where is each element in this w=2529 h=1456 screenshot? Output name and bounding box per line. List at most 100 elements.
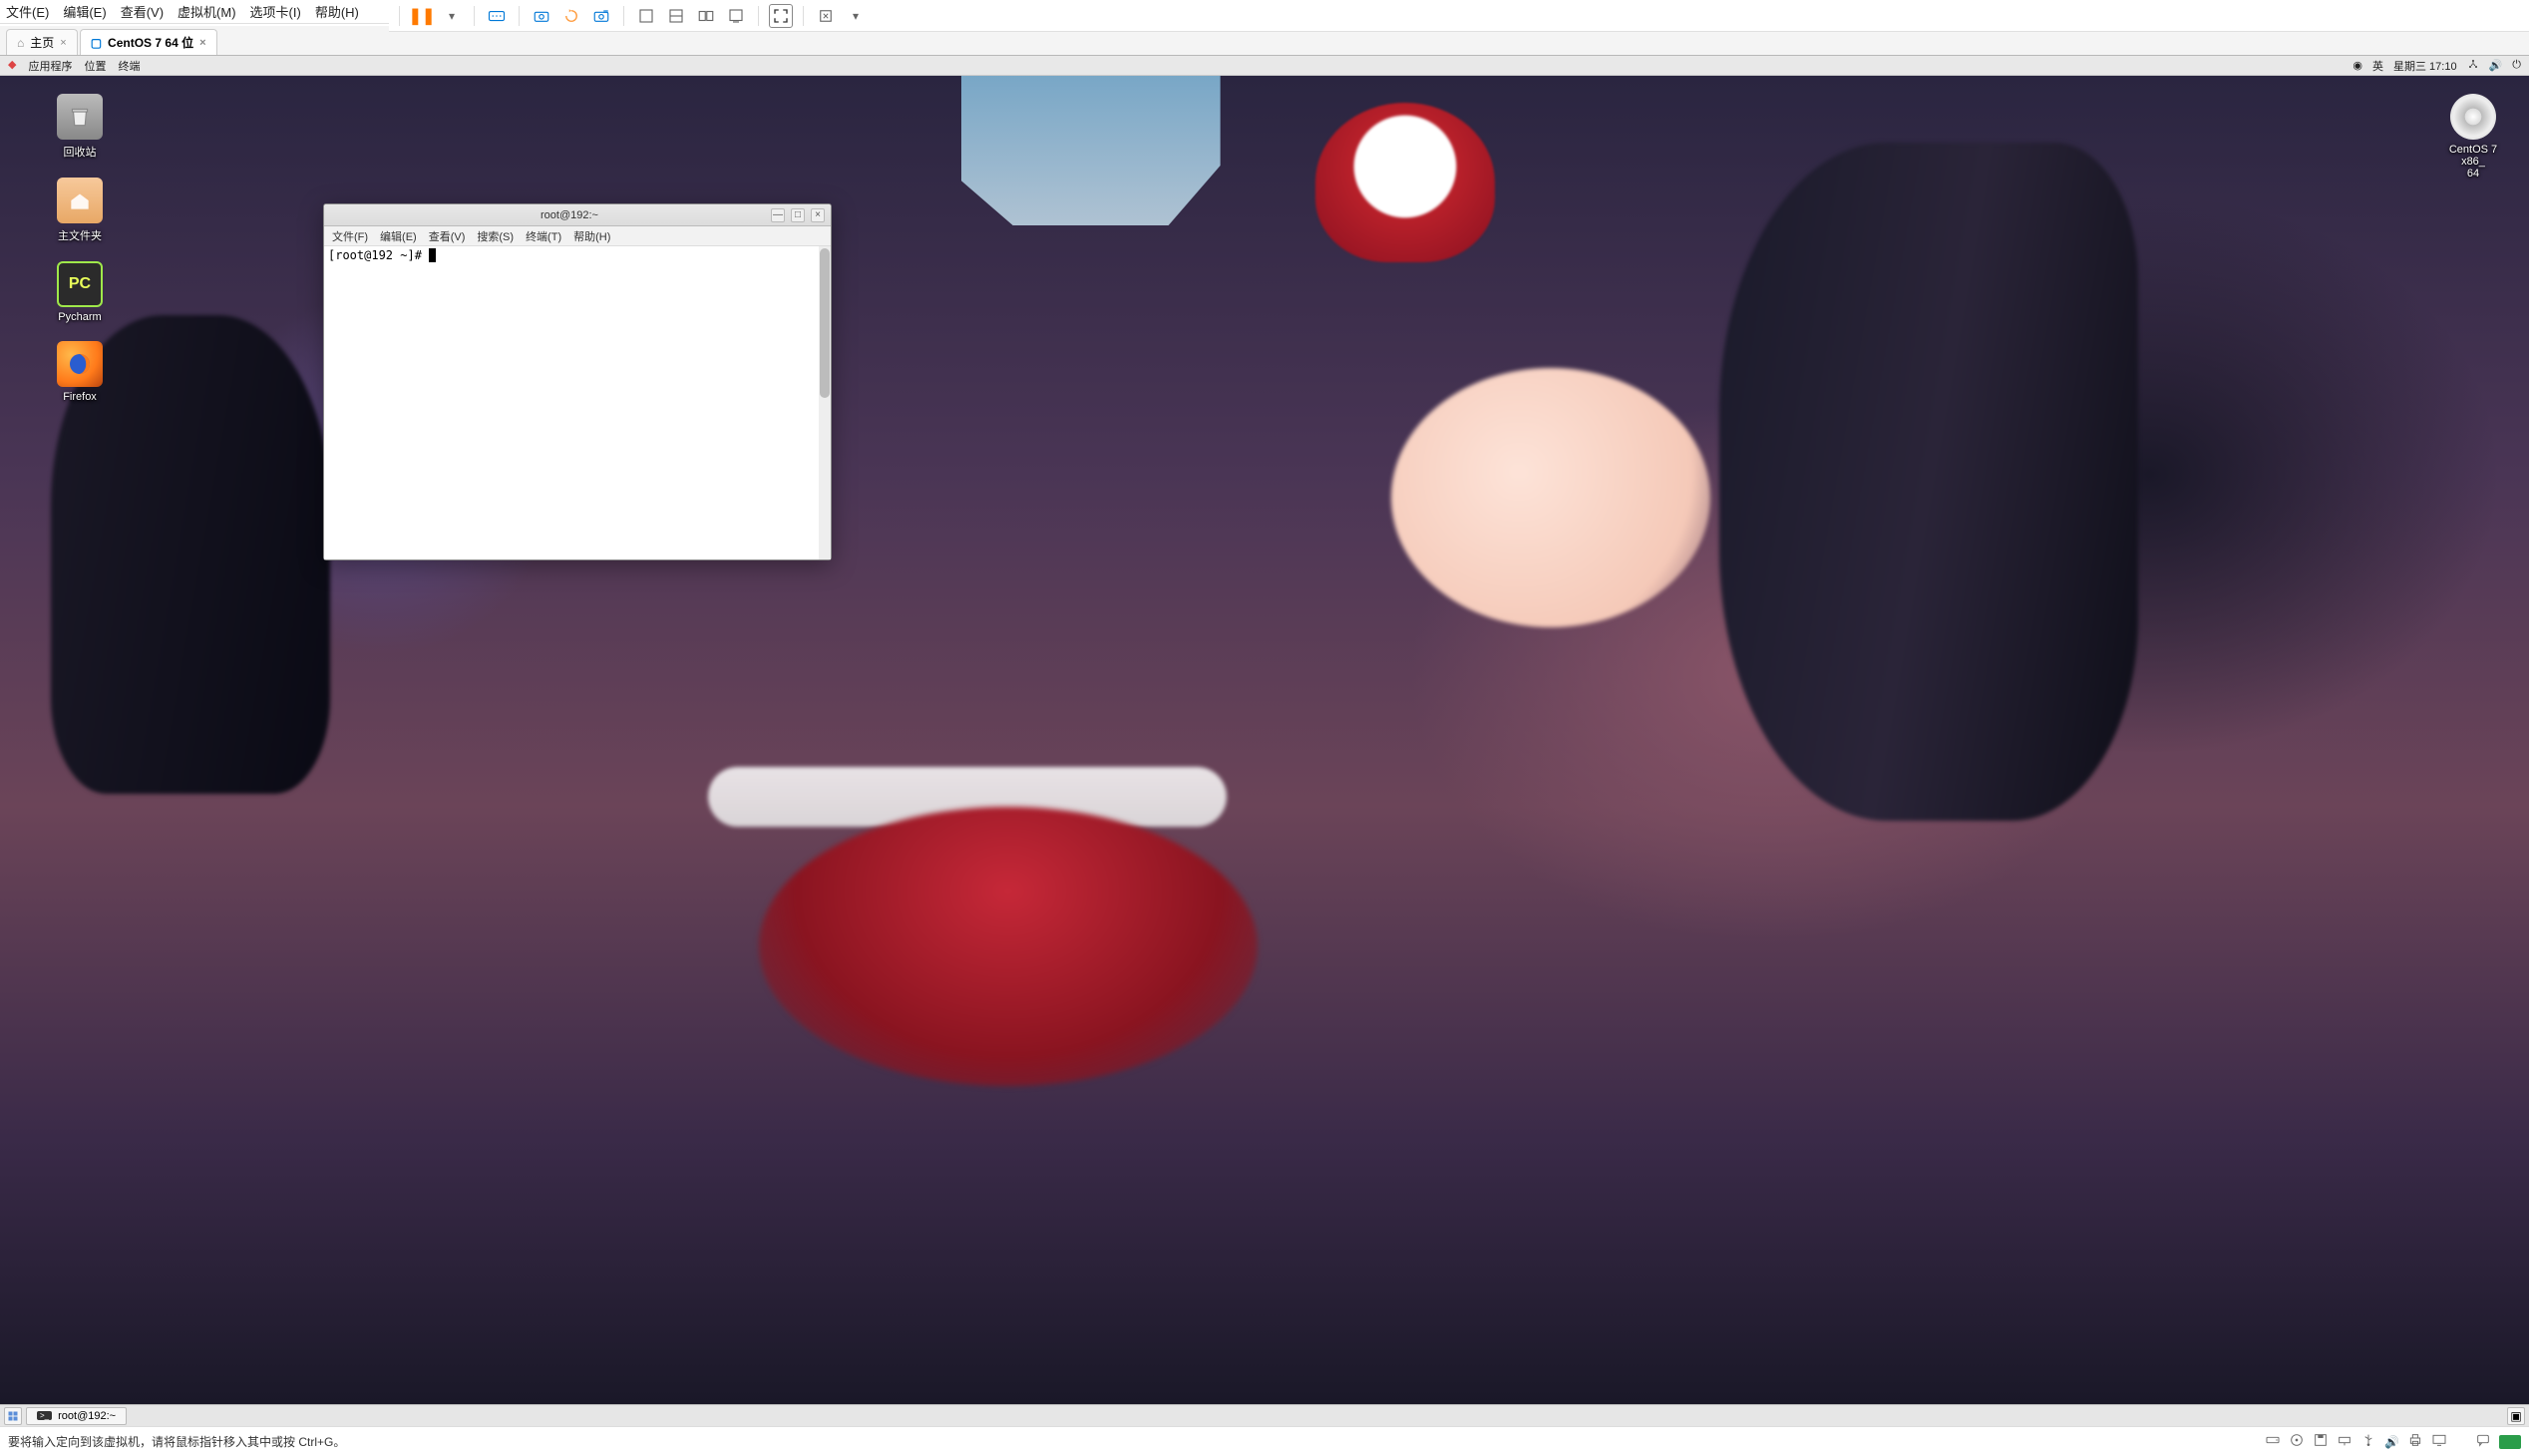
term-menu-help[interactable]: 帮助(H) [573, 228, 610, 244]
device-printer-icon[interactable] [2407, 1432, 2423, 1451]
folder-home-icon [57, 178, 103, 223]
view-console-button[interactable] [724, 4, 748, 28]
snapshot-manager-button[interactable] [589, 4, 613, 28]
desktop-icons-left: 回收站 主文件夹 PC Pycharm Firefox [44, 94, 116, 403]
device-hdd-icon[interactable] [2265, 1432, 2281, 1451]
terminal-titlebar[interactable]: root@192:~ — □ × [324, 204, 831, 226]
device-network-icon[interactable] [2337, 1432, 2352, 1451]
stretch-guest-button[interactable] [814, 4, 838, 28]
tab-home[interactable]: ⌂ 主页 × [6, 29, 78, 55]
vm-menu-view[interactable]: 查看(V) [121, 2, 164, 21]
status-hint-text: 要将输入定向到该虚拟机，请将鼠标指针移入其中或按 Ctrl+G。 [8, 1433, 345, 1450]
vm-device-tray: 🔊 [2265, 1432, 2521, 1451]
vm-menu-tabs[interactable]: 选项卡(I) [250, 2, 301, 21]
desktop-icon-trash[interactable]: 回收站 [44, 94, 116, 160]
term-menu-edit[interactable]: 编辑(E) [380, 228, 417, 244]
disc-icon [2450, 94, 2496, 140]
term-menu-search[interactable]: 搜索(S) [477, 228, 514, 244]
trash-icon [57, 94, 103, 140]
workspace-switcher[interactable]: ▣ [2507, 1407, 2525, 1425]
tab-home-label: 主页 [30, 34, 54, 51]
view-split-button[interactable] [664, 4, 688, 28]
show-desktop-button[interactable] [4, 1407, 22, 1425]
desktop-icon-disc-label: CentOS 7 x86_ 64 [2437, 144, 2509, 180]
enter-fullscreen-button[interactable] [769, 4, 793, 28]
tab-home-close[interactable]: × [60, 37, 66, 49]
message-log-icon[interactable] [2475, 1432, 2491, 1451]
input-method-indicator[interactable]: 英 [2372, 58, 2383, 74]
unity-icon [697, 7, 715, 25]
view-single-button[interactable] [634, 4, 658, 28]
tab-centos-close[interactable]: × [199, 37, 205, 49]
terminal-title: root@192:~ [374, 209, 765, 221]
tab-centos[interactable]: ▢ CentOS 7 64 位 × [80, 29, 217, 55]
accessibility-icon[interactable]: ◉ [2352, 59, 2362, 72]
console-icon [727, 7, 745, 25]
gnome-desktop[interactable]: 回收站 主文件夹 PC Pycharm Firefox [0, 76, 2529, 1404]
view-unity-button[interactable] [694, 4, 718, 28]
fullscreen-enter-icon [772, 7, 790, 25]
term-menu-terminal[interactable]: 终端(T) [526, 228, 561, 244]
desktop-icon-pycharm[interactable]: PC Pycharm [44, 261, 116, 323]
keyboard-icon [488, 7, 506, 25]
terminal-scrollbar-thumb[interactable] [820, 248, 830, 398]
toolbar-separator [474, 6, 475, 26]
terminal-prompt: [root@192 ~]# [328, 248, 429, 262]
toolbar-separator [623, 6, 624, 26]
power-icon[interactable]: ⏻ [2512, 59, 2521, 72]
send-ctrl-alt-del-button[interactable] [485, 4, 509, 28]
single-window-icon [637, 7, 655, 25]
show-desktop-icon [7, 1410, 19, 1422]
desktop-icon-firefox-label: Firefox [63, 391, 97, 403]
revert-icon [562, 7, 580, 25]
vm-menu-file[interactable]: 文件(E) [6, 2, 49, 21]
desktop-icon-disc[interactable]: CentOS 7 x86_ 64 [2437, 94, 2509, 180]
toolbar-separator [758, 6, 759, 26]
terminal-scrollbar[interactable] [819, 246, 831, 559]
snapshot-button[interactable] [530, 4, 553, 28]
toolbar-separator [399, 6, 400, 26]
gnome-menu-terminal[interactable]: 终端 [118, 58, 140, 74]
gnome-menu-applications[interactable]: 应用程序 [28, 58, 72, 74]
terminal-window[interactable]: root@192:~ — □ × 文件(F) 编辑(E) 查看(V) 搜索(S)… [323, 203, 832, 560]
vm-menu-help[interactable]: 帮助(H) [315, 2, 359, 21]
taskbar-terminal-label: root@192:~ [58, 1410, 116, 1422]
desktop-icon-firefox[interactable]: Firefox [44, 341, 116, 403]
device-usb-icon[interactable] [2360, 1432, 2376, 1451]
device-display-icon[interactable] [2431, 1432, 2447, 1451]
vm-menu-vm[interactable]: 虚拟机(M) [178, 2, 236, 21]
taskbar-terminal-entry[interactable]: >_ root@192:~ [26, 1407, 127, 1425]
stretch-dropdown[interactable]: ▾ [844, 4, 868, 28]
clock-label[interactable]: 星期三 17:10 [2393, 58, 2457, 74]
terminal-body[interactable]: [root@192 ~]# [324, 246, 831, 559]
desktop-icon-home[interactable]: 主文件夹 [44, 178, 116, 243]
stretch-icon [817, 7, 835, 25]
manager-icon [592, 7, 610, 25]
desktop-icon-home-label: 主文件夹 [58, 227, 102, 243]
pycharm-icon: PC [57, 261, 103, 307]
vm-guest-display[interactable]: ◆ 应用程序 位置 终端 ◉ 英 星期三 17:10 🔊 ⏻ [0, 56, 2529, 1426]
device-floppy-icon[interactable] [2313, 1432, 2329, 1451]
vm-menu-edit[interactable]: 编辑(E) [63, 2, 106, 21]
volume-icon[interactable]: 🔊 [2489, 59, 2503, 72]
split-window-icon [667, 7, 685, 25]
terminal-minimize-button[interactable]: — [771, 208, 785, 222]
device-cd-icon[interactable] [2289, 1432, 2305, 1451]
pause-dropdown[interactable]: ▾ [440, 4, 464, 28]
terminal-close-button[interactable]: × [811, 208, 825, 222]
term-menu-view[interactable]: 查看(V) [429, 228, 466, 244]
vmware-toolbar: ❚❚ ▾ ▾ [389, 0, 2529, 32]
snapshot-revert-button[interactable] [559, 4, 583, 28]
vm-running-indicator[interactable] [2499, 1435, 2521, 1449]
terminal-maximize-button[interactable]: □ [791, 208, 805, 222]
term-menu-file[interactable]: 文件(F) [332, 228, 368, 244]
terminal-taskbar-icon: >_ [37, 1411, 52, 1420]
gnome-menu-places[interactable]: 位置 [84, 58, 106, 74]
pause-vm-button[interactable]: ❚❚ [410, 4, 434, 28]
vm-icon: ▢ [91, 36, 102, 50]
toolbar-separator [803, 6, 804, 26]
network-icon[interactable] [2467, 58, 2479, 73]
device-sound-icon[interactable]: 🔊 [2384, 1435, 2399, 1449]
home-icon: ⌂ [17, 36, 24, 50]
gnome-top-panel: ◆ 应用程序 位置 终端 ◉ 英 星期三 17:10 🔊 ⏻ [0, 56, 2529, 76]
